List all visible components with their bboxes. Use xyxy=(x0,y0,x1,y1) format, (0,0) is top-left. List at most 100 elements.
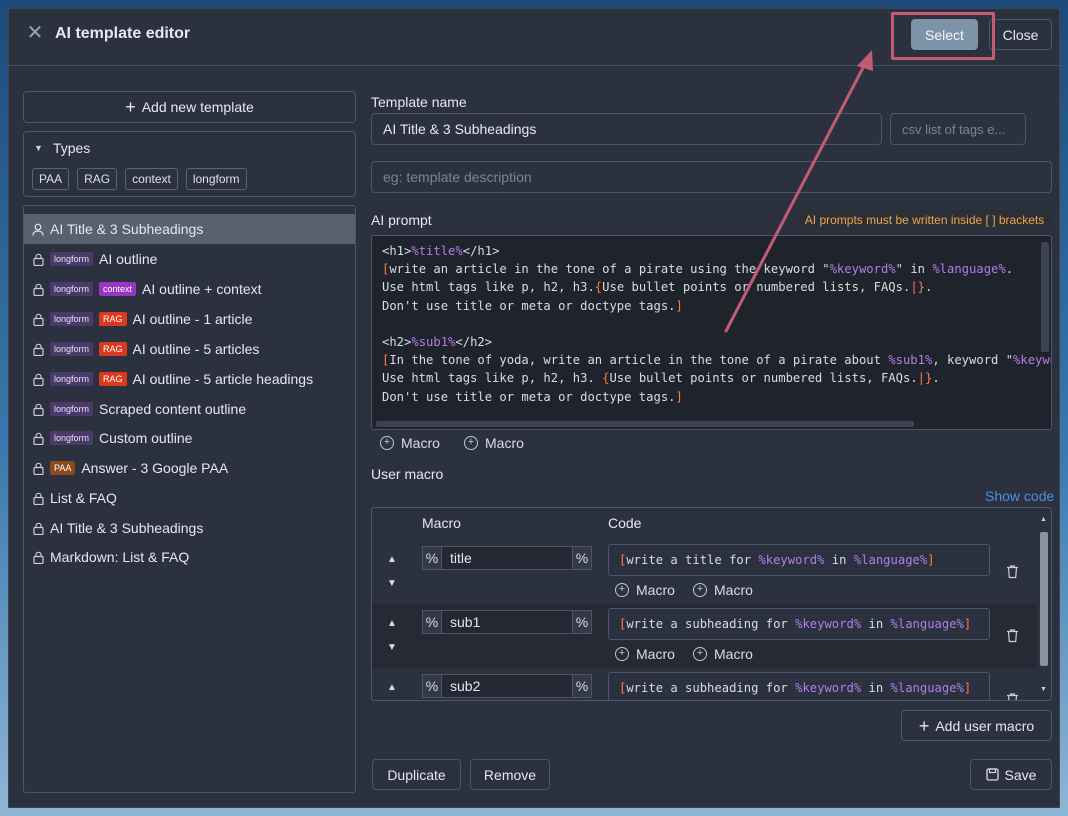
template-item[interactable]: Markdown: List & FAQ xyxy=(24,542,355,572)
move-up-icon[interactable]: ▲ xyxy=(387,554,397,565)
percent-prefix: % xyxy=(422,610,442,634)
code-bracket: ] xyxy=(675,390,683,404)
duplicate-button[interactable]: Duplicate xyxy=(372,759,461,790)
insert-macro-link[interactable]: + Macro xyxy=(615,582,675,598)
code-bracket: | xyxy=(910,280,918,294)
code-variable: %language% xyxy=(853,553,928,567)
move-up-icon[interactable]: ▲ xyxy=(387,682,397,693)
save-button[interactable]: Save xyxy=(970,759,1052,790)
scrollbar-thumb[interactable] xyxy=(1040,532,1048,666)
code-text: write an article in the tone of a pirate… xyxy=(389,262,830,276)
tag-longform: longform xyxy=(50,252,94,266)
type-chip-rag[interactable]: RAG xyxy=(77,168,118,190)
tag-longform: longform xyxy=(50,372,94,386)
template-item[interactable]: AI Title & 3 Subheadings xyxy=(24,513,355,543)
ai-template-editor-dialog: ✕ AI template editor Select Close + Add … xyxy=(8,8,1061,808)
prompt-line: Use html tags like p, h2, h3. {Use bulle… xyxy=(382,369,940,387)
insert-macro-label: Macro xyxy=(714,646,753,662)
prompt-line: <h1>%title%</h1> xyxy=(382,242,499,260)
percent-suffix: % xyxy=(572,674,592,698)
show-code-link[interactable]: Show code xyxy=(985,488,1054,504)
template-item[interactable]: PAA Answer - 3 Google PAA xyxy=(24,453,355,483)
template-item[interactable]: longform RAG AI outline - 5 article headin… xyxy=(24,364,355,394)
types-toggle[interactable]: ▼ Types xyxy=(34,140,90,156)
ai-prompt-label: AI prompt xyxy=(371,212,432,228)
add-user-macro-button[interactable]: + Add user macro xyxy=(901,710,1052,741)
code-text: In the tone of yoda, write an article in… xyxy=(389,353,889,367)
code-column-header: Code xyxy=(608,515,642,531)
insert-macro-label: Macro xyxy=(401,435,440,451)
template-item[interactable]: longform RAG AI outline - 5 articles xyxy=(24,334,355,364)
template-name: AI outline - 1 article xyxy=(132,311,253,327)
ai-prompt-editor[interactable]: <h1>%title%</h1> [write an article in the… xyxy=(371,235,1052,430)
lock-icon xyxy=(32,372,44,386)
template-item[interactable]: List & FAQ xyxy=(24,483,355,513)
dialog-title: AI template editor xyxy=(55,25,191,42)
trash-icon[interactable] xyxy=(1006,628,1020,644)
prompt-line: Don't use title or meta or doctype tags.… xyxy=(382,388,683,406)
insert-macro-link[interactable]: + Macro xyxy=(693,582,753,598)
trash-icon[interactable] xyxy=(1006,692,1020,700)
close-x-icon[interactable]: ✕ xyxy=(25,23,45,43)
lock-icon xyxy=(32,282,44,296)
select-button[interactable]: Select xyxy=(911,19,978,50)
type-chip-context[interactable]: context xyxy=(125,168,178,190)
add-new-template-button[interactable]: + Add new template xyxy=(23,91,356,123)
code-text: <h2> xyxy=(382,335,412,349)
user-macro-label: User macro xyxy=(371,466,444,482)
code-variable: %title% xyxy=(411,244,463,258)
code-variable: %keyword% xyxy=(795,617,862,631)
macro-table-scrollbar[interactable]: ▲ ▼ xyxy=(1039,516,1049,693)
macro-code-input[interactable]: [write a subheading for %keyword% in %la… xyxy=(608,672,990,700)
prompt-vertical-scrollbar[interactable] xyxy=(1041,242,1049,352)
move-down-icon[interactable]: ▼ xyxy=(387,578,397,589)
lock-icon xyxy=(32,461,44,475)
insert-macro-link[interactable]: + Macro xyxy=(615,646,675,662)
macro-name-input[interactable]: sub2 xyxy=(442,674,572,698)
scroll-up-icon[interactable]: ▲ xyxy=(1040,516,1047,523)
insert-macro-link[interactable]: + Macro xyxy=(693,646,753,662)
prompt-horizontal-scrollbar[interactable] xyxy=(376,421,914,427)
plus-circle-icon: + xyxy=(615,583,629,597)
tag-longform: longform xyxy=(50,431,94,445)
move-up-icon[interactable]: ▲ xyxy=(387,618,397,629)
description-input[interactable]: eg: template description xyxy=(371,161,1052,193)
code-text: Don't use title or meta or doctype tags. xyxy=(382,390,676,404)
template-item[interactable]: longform AI outline xyxy=(24,244,355,274)
template-item[interactable]: longform RAG AI outline - 1 article xyxy=(24,304,355,334)
add-user-macro-label: Add user macro xyxy=(935,717,1035,734)
template-item[interactable]: longform context AI outline + context xyxy=(24,274,355,304)
insert-macro-label: Macro xyxy=(636,582,675,598)
lock-icon xyxy=(32,550,44,564)
move-down-icon[interactable]: ▼ xyxy=(387,642,397,653)
tags-input[interactable]: csv list of tags e... xyxy=(890,113,1026,145)
code-variable: %language% xyxy=(890,617,964,631)
scroll-down-icon[interactable]: ▼ xyxy=(1040,686,1047,693)
insert-macro-link-2[interactable]: + Macro xyxy=(464,435,524,451)
trash-icon[interactable] xyxy=(1006,564,1020,580)
template-item[interactable]: longform Custom outline xyxy=(24,423,355,453)
type-chip-paa[interactable]: PAA xyxy=(32,168,70,190)
lock-icon xyxy=(32,431,44,445)
macro-code-input[interactable]: [write a subheading for %keyword% in %la… xyxy=(608,608,990,640)
remove-button[interactable]: Remove xyxy=(470,759,550,790)
tag-context: context xyxy=(99,282,137,296)
macro-code-input[interactable]: [write a title for %keyword% in %languag… xyxy=(608,544,990,576)
template-item[interactable]: AI Title & 3 Subheadings xyxy=(24,214,355,244)
close-button[interactable]: Close xyxy=(989,19,1052,50)
save-label: Save xyxy=(1004,766,1037,783)
template-name-input[interactable]: AI Title & 3 Subheadings xyxy=(371,113,882,145)
macro-name-input[interactable]: title xyxy=(442,546,572,570)
title-bar: ✕ AI template editor Select Close xyxy=(9,9,1061,66)
code-text: Use html tags like p, h2, h3. xyxy=(382,280,595,294)
types-label: Types xyxy=(52,140,91,156)
template-item[interactable]: longform Scraped content outline xyxy=(24,394,355,424)
code-variable: %language% xyxy=(890,681,964,695)
insert-macro-link-1[interactable]: + Macro xyxy=(380,435,440,451)
template-name: Custom outline xyxy=(99,430,193,446)
insert-macro-label: Macro xyxy=(636,646,675,662)
type-chip-longform[interactable]: longform xyxy=(185,168,247,190)
percent-suffix: % xyxy=(572,546,592,570)
prompt-line: [write an article in the tone of a pirat… xyxy=(382,260,1013,278)
macro-name-input[interactable]: sub1 xyxy=(442,610,572,634)
